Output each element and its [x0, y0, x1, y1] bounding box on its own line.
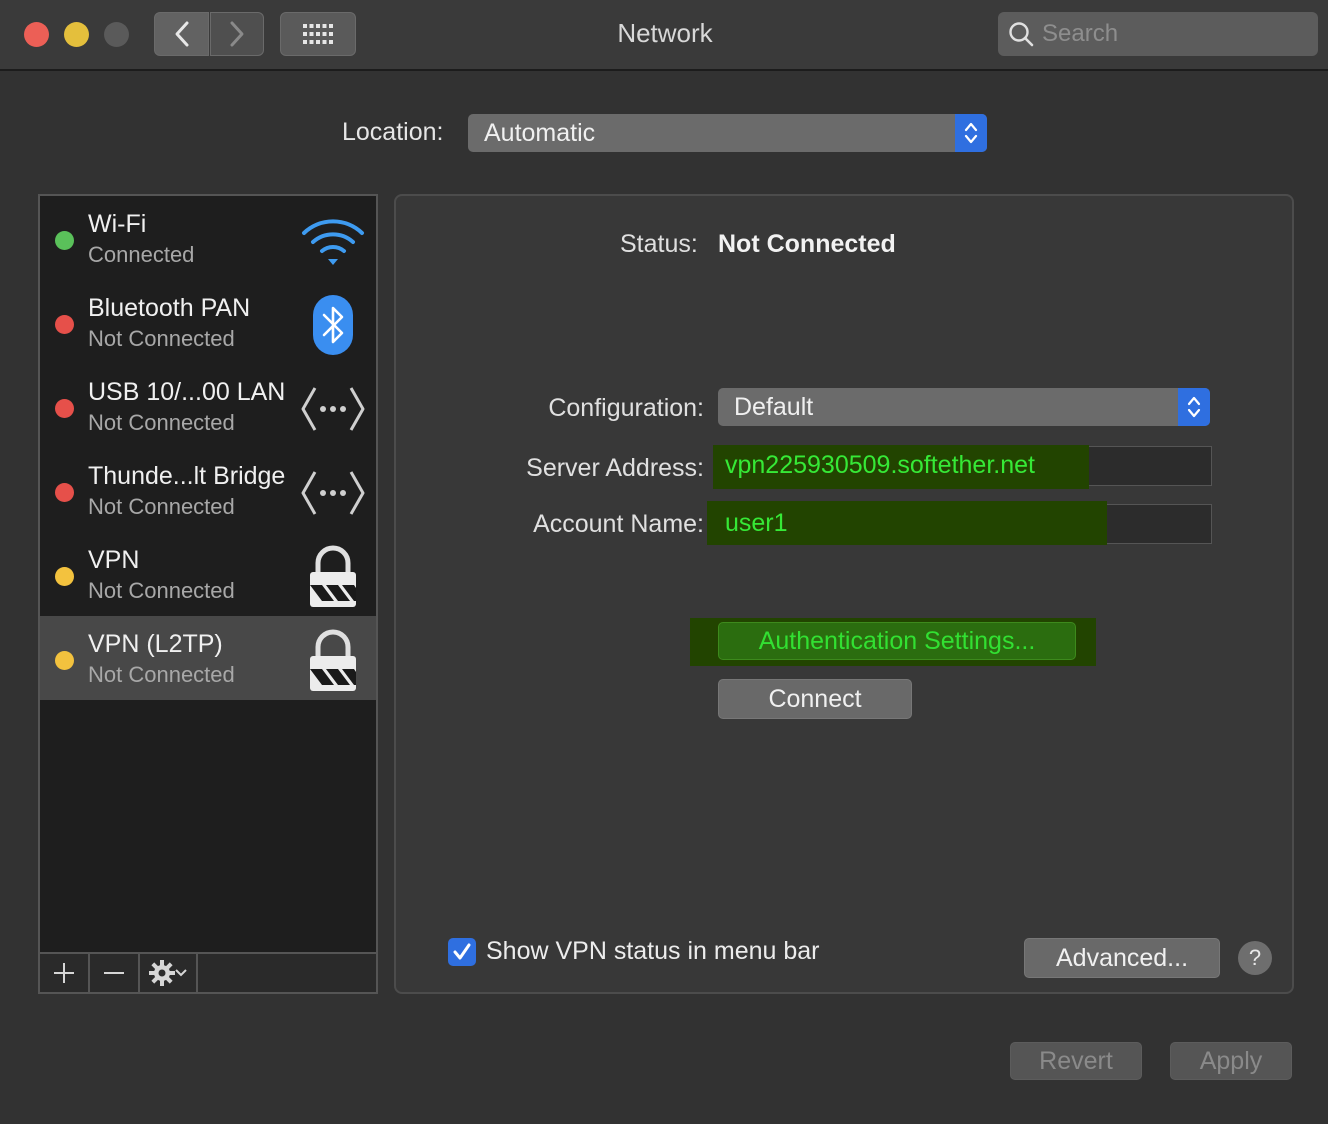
- service-item-usb-lan[interactable]: USB 10/...00 LAN Not Connected: [40, 364, 376, 448]
- status-dot: [55, 399, 74, 418]
- chevron-left-icon: [175, 21, 188, 47]
- account-name-label: Account Name:: [533, 510, 704, 538]
- location-label: Location:: [342, 118, 444, 146]
- show-vpn-status-label: Show VPN status in menu bar: [486, 937, 820, 965]
- popup-stepper: [1178, 388, 1210, 426]
- back-button[interactable]: [154, 12, 209, 56]
- plus-icon: [54, 963, 74, 983]
- service-name: VPN (L2TP): [88, 630, 223, 658]
- chevron-right-icon: [230, 21, 244, 47]
- vpn-lock-icon: [298, 544, 368, 610]
- popup-stepper: [955, 114, 987, 152]
- configuration-popup[interactable]: Default: [718, 388, 1210, 426]
- search-field[interactable]: [998, 12, 1318, 56]
- checkmark-icon: [453, 943, 471, 960]
- account-name-field[interactable]: user1: [707, 501, 1212, 545]
- account-name-value: user1: [725, 509, 788, 537]
- service-status: Not Connected: [88, 578, 235, 603]
- location-value: Automatic: [484, 118, 596, 147]
- service-status: Connected: [88, 242, 195, 267]
- service-name: USB 10/...00 LAN: [88, 378, 286, 406]
- chevron-up-down-icon: [1187, 396, 1201, 418]
- minimize-window-button[interactable]: [64, 22, 89, 47]
- location-popup[interactable]: Automatic: [468, 114, 987, 152]
- authentication-settings-button[interactable]: Authentication Settings...: [718, 622, 1076, 660]
- service-item-vpn[interactable]: VPN Not Connected: [40, 532, 376, 616]
- service-status: Not Connected: [88, 662, 235, 687]
- server-address-label: Server Address:: [526, 454, 704, 482]
- remove-service-button[interactable]: [90, 954, 140, 992]
- apply-button[interactable]: Apply: [1170, 1042, 1292, 1080]
- server-address-field[interactable]: vpn225930509.softether.net: [713, 445, 1212, 489]
- status-dot: [55, 231, 74, 250]
- vpn-detail-pane: Status: Not Connected Configuration: Def…: [394, 194, 1294, 994]
- grid-icon: [303, 24, 333, 44]
- configuration-label: Configuration:: [548, 394, 704, 422]
- status-dot: [55, 651, 74, 670]
- ethernet-icon: [298, 460, 368, 526]
- service-status: Not Connected: [88, 326, 235, 351]
- ethernet-icon: [298, 376, 368, 442]
- zoom-window-button[interactable]: [104, 22, 129, 47]
- service-name: Wi-Fi: [88, 210, 147, 238]
- server-address-value: vpn225930509.softether.net: [725, 451, 1035, 479]
- status-dot: [55, 567, 74, 586]
- service-name: Thunde...lt Bridge: [88, 462, 286, 490]
- service-name: Bluetooth PAN: [88, 294, 251, 322]
- minus-icon: [104, 972, 124, 974]
- help-button[interactable]: ?: [1238, 941, 1272, 975]
- search-icon: [1009, 22, 1034, 47]
- show-all-button[interactable]: [280, 12, 356, 56]
- configuration-value: Default: [734, 392, 814, 421]
- vpn-lock-icon: [298, 628, 368, 694]
- status-label: Status:: [620, 230, 698, 258]
- bluetooth-icon: [298, 292, 368, 358]
- gear-icon: [149, 960, 175, 986]
- advanced-button[interactable]: Advanced...: [1024, 938, 1220, 978]
- add-service-button[interactable]: [40, 954, 90, 992]
- service-status: Not Connected: [88, 494, 235, 519]
- service-list: Wi-Fi Connected Bluetooth PAN Not Connec…: [38, 194, 378, 994]
- service-list-toolbar: [40, 952, 376, 992]
- connect-button[interactable]: Connect: [718, 679, 912, 719]
- wifi-icon: [298, 208, 368, 274]
- search-input[interactable]: [1042, 20, 1292, 48]
- window-title: Network: [617, 18, 713, 48]
- status-dot: [55, 315, 74, 334]
- revert-button[interactable]: Revert: [1010, 1042, 1142, 1080]
- show-vpn-status-checkbox[interactable]: [448, 938, 476, 966]
- title-bar: Network: [0, 0, 1328, 71]
- status-value: Not Connected: [718, 230, 896, 258]
- forward-button[interactable]: [210, 12, 264, 56]
- service-item-bluetooth-pan[interactable]: Bluetooth PAN Not Connected: [40, 280, 376, 364]
- service-item-thunderbolt-bridge[interactable]: Thunde...lt Bridge Not Connected: [40, 448, 376, 532]
- service-item-vpn-l2tp[interactable]: VPN (L2TP) Not Connected: [40, 616, 376, 700]
- service-name: VPN: [88, 546, 140, 574]
- network-preferences-window: Network Location: Automatic Wi-Fi Connec…: [0, 0, 1328, 1124]
- service-item-wifi[interactable]: Wi-Fi Connected: [40, 196, 376, 280]
- close-window-button[interactable]: [24, 22, 49, 47]
- chevron-up-down-icon: [964, 122, 978, 144]
- service-actions-menu[interactable]: [140, 954, 198, 992]
- service-status: Not Connected: [88, 410, 235, 435]
- status-dot: [55, 483, 74, 502]
- chevron-down-icon: [175, 969, 187, 977]
